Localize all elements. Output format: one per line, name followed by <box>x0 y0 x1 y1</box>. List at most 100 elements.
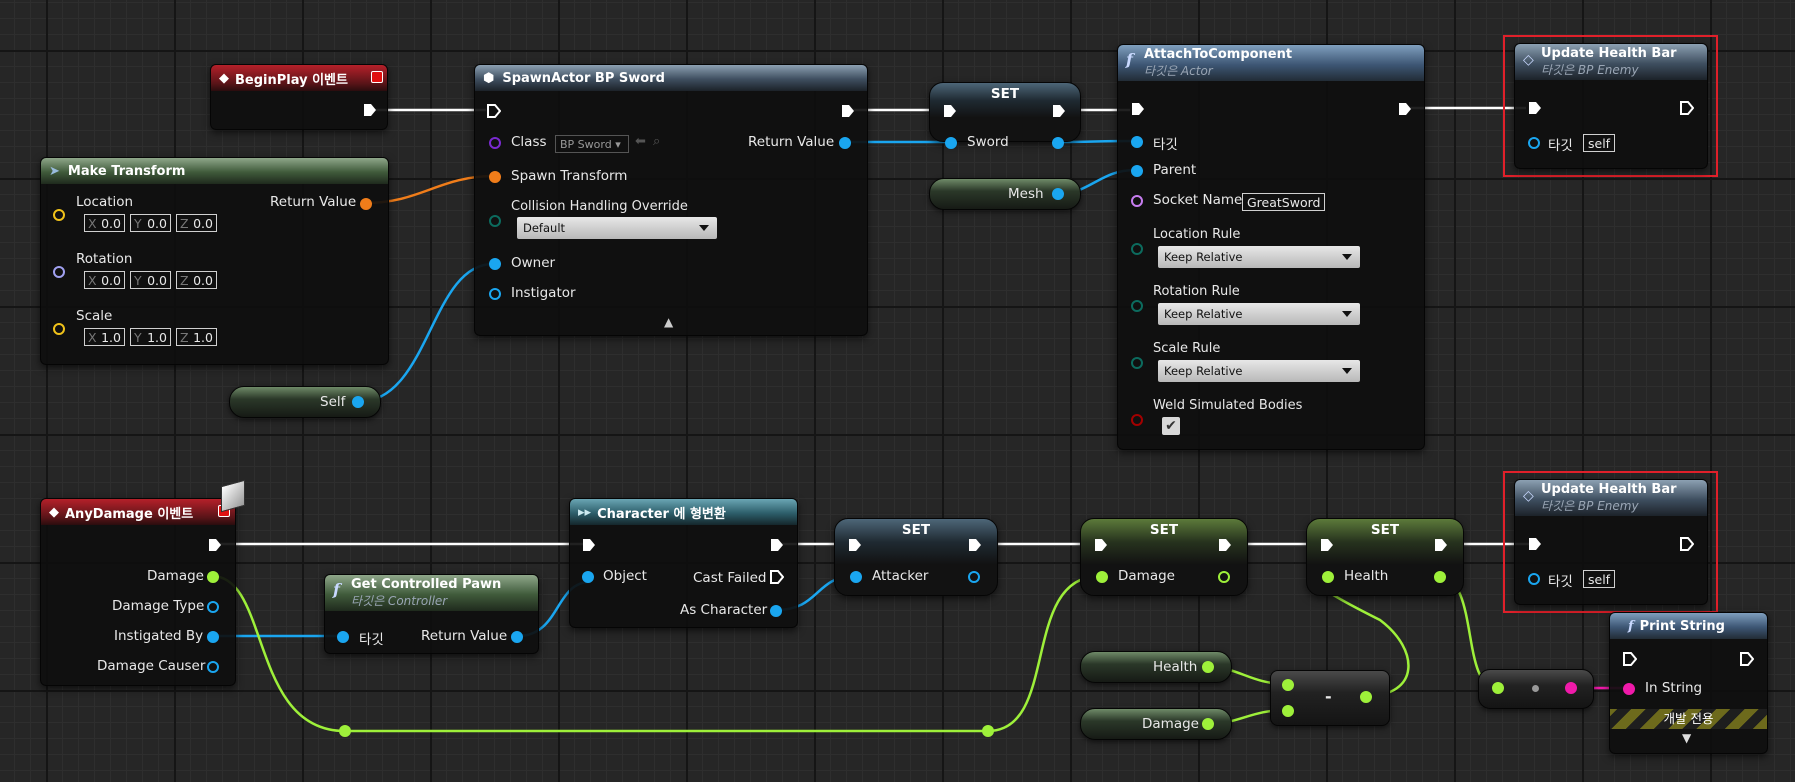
location-y[interactable]: Y 0.0 <box>130 214 171 232</box>
object-pin[interactable] <box>582 571 594 583</box>
exec-out-pin[interactable] <box>363 103 377 117</box>
socket-name-input[interactable]: GreatSword <box>1242 193 1326 211</box>
gcp-target-pin[interactable] <box>337 631 349 643</box>
conversion-out-pin[interactable] <box>1565 682 1577 694</box>
rotation-z[interactable]: Z 0.0 <box>176 271 217 289</box>
exec-out-pin[interactable] <box>1680 101 1694 115</box>
location-x[interactable]: X 0.0 <box>84 214 125 232</box>
self-variable-node[interactable]: Self <box>229 386 381 418</box>
attacker-in-pin[interactable] <box>850 571 862 583</box>
damage-out-pin[interactable] <box>1218 571 1230 583</box>
rotation-x[interactable]: X 0.0 <box>84 271 125 289</box>
scale-x[interactable]: X 1.0 <box>84 328 125 346</box>
location-rule-pin[interactable] <box>1131 243 1143 255</box>
location-z[interactable]: Z 0.0 <box>176 214 217 232</box>
exec-in-pin[interactable] <box>1528 101 1542 115</box>
target-pin[interactable] <box>1131 136 1143 148</box>
instigated-by-pin[interactable] <box>207 631 219 643</box>
anydamage-event-node[interactable]: ◆ AnyDamage 이벤트 Damage Damage Type Insti… <box>40 479 245 686</box>
exec-in-pin[interactable] <box>1623 652 1637 666</box>
collision-pin[interactable] <box>489 215 501 227</box>
sword-out-pin[interactable] <box>1052 137 1064 149</box>
exec-out-pin[interactable] <box>1398 102 1412 116</box>
exec-out-pin[interactable] <box>770 538 784 552</box>
exec-out-pin[interactable] <box>208 538 222 552</box>
health-in-pin[interactable] <box>1322 571 1334 583</box>
exec-in-pin[interactable] <box>943 104 957 118</box>
exec-out-pin[interactable] <box>1218 538 1232 552</box>
conversion-in-pin[interactable] <box>1492 682 1504 694</box>
exec-out-pin[interactable] <box>1680 537 1694 551</box>
location-rule-dropdown[interactable]: Keep Relative <box>1158 246 1360 268</box>
sword-in-pin[interactable] <box>945 137 957 149</box>
make-transform-node[interactable]: ➤ Make Transform Location X 0.0 Y 0.0 Z 0.0… <box>40 157 389 365</box>
collision-dropdown[interactable]: Default <box>517 217 717 239</box>
class-selector[interactable]: BP Sword ▾ <box>555 135 629 153</box>
exec-in-pin[interactable] <box>1131 102 1145 116</box>
return-value-pin[interactable] <box>839 137 851 149</box>
exec-out-pin[interactable] <box>1740 652 1754 666</box>
update-health-bar-node-1[interactable]: ◇ Update Health Bar 타깃은 BP Enemy 타깃 self <box>1514 43 1708 169</box>
to-string-conversion-node[interactable] <box>1478 669 1594 709</box>
health-out-pin[interactable] <box>1434 571 1446 583</box>
exec-in-pin[interactable] <box>1320 538 1334 552</box>
uhb1-self-box[interactable]: self <box>1583 134 1616 152</box>
set-health-node[interactable]: SET Health <box>1306 518 1464 596</box>
rotation-rule-dropdown[interactable]: Keep Relative <box>1158 303 1360 325</box>
scale-rule-dropdown[interactable]: Keep Relative <box>1158 360 1360 382</box>
exec-in-pin[interactable] <box>1094 538 1108 552</box>
exec-in-pin[interactable] <box>582 538 596 552</box>
uhb2-self-box[interactable]: self <box>1583 570 1616 588</box>
exec-out-pin[interactable] <box>1434 538 1448 552</box>
exec-in-pin[interactable] <box>487 104 501 118</box>
exec-in-pin[interactable] <box>1528 537 1542 551</box>
weld-checkbox[interactable]: ✔ <box>1162 417 1180 435</box>
mt-return-value-pin[interactable] <box>360 198 372 210</box>
damage-pin[interactable] <box>207 571 219 583</box>
attacker-out-pin[interactable] <box>968 571 980 583</box>
damage-var-pin[interactable] <box>1202 718 1214 730</box>
location-pin[interactable] <box>53 209 65 221</box>
set-damage-node[interactable]: SET Damage <box>1080 518 1248 596</box>
cast-to-character-node[interactable]: ▸▸ Character 에 형변환 Object Cast Failed As… <box>569 498 798 628</box>
expand-arrow-icon[interactable]: ▼ <box>1682 731 1691 745</box>
health-var-pin[interactable] <box>1202 661 1214 673</box>
scale-rule-pin[interactable] <box>1131 357 1143 369</box>
scale-y[interactable]: Y 1.0 <box>130 328 171 346</box>
subtract-out-pin[interactable] <box>1360 691 1372 703</box>
mesh-pin[interactable] <box>1052 188 1064 200</box>
damage-type-pin[interactable] <box>207 601 219 613</box>
gcp-return-pin[interactable] <box>511 631 523 643</box>
cast-failed-pin[interactable] <box>770 570 784 584</box>
exec-out-pin[interactable] <box>1052 104 1066 118</box>
damage-in-pin[interactable] <box>1096 571 1108 583</box>
as-character-pin[interactable] <box>770 605 782 617</box>
location-vector[interactable]: X 0.0 Y 0.0 Z 0.0 <box>84 214 217 232</box>
class-pin[interactable] <box>489 137 501 149</box>
instigator-pin[interactable] <box>489 288 501 300</box>
rotation-y[interactable]: Y 0.0 <box>130 271 171 289</box>
spawn-transform-pin[interactable] <box>489 171 501 183</box>
socket-name-pin[interactable] <box>1131 195 1143 207</box>
self-pin[interactable] <box>352 396 364 408</box>
beginplay-event-node[interactable]: ◆ BeginPlay 이벤트 <box>210 64 388 130</box>
mesh-variable-node[interactable]: Mesh <box>929 178 1081 210</box>
damage-variable-node[interactable]: Damage <box>1080 708 1232 740</box>
exec-out-pin[interactable] <box>968 538 982 552</box>
rotation-rule-pin[interactable] <box>1131 300 1143 312</box>
damage-causer-pin[interactable] <box>207 661 219 673</box>
collapse-arrow-icon[interactable]: ▲ <box>664 315 673 329</box>
uhb1-target-pin[interactable] <box>1528 137 1540 149</box>
subtract-a-pin[interactable] <box>1282 679 1294 691</box>
parent-pin[interactable] <box>1131 165 1143 177</box>
set-sword-node[interactable]: SET Sword <box>929 82 1081 150</box>
exec-in-pin[interactable] <box>848 538 862 552</box>
subtract-b-pin[interactable] <box>1282 705 1294 717</box>
attach-to-component-node[interactable]: f AttachToComponent 타깃은 Actor 타깃 Parent … <box>1117 44 1425 450</box>
health-variable-node[interactable]: Health <box>1080 651 1232 683</box>
in-string-pin[interactable] <box>1623 683 1635 695</box>
scale-vector[interactable]: X 1.0 Y 1.0 Z 1.0 <box>84 328 217 346</box>
update-health-bar-node-2[interactable]: ◇ Update Health Bar 타깃은 BP Enemy 타깃 self <box>1514 479 1708 605</box>
spawnactor-node[interactable]: ⬢ SpawnActor BP Sword Class BP Sword ▾ ⬅… <box>474 64 868 336</box>
rotation-pin[interactable] <box>53 266 65 278</box>
